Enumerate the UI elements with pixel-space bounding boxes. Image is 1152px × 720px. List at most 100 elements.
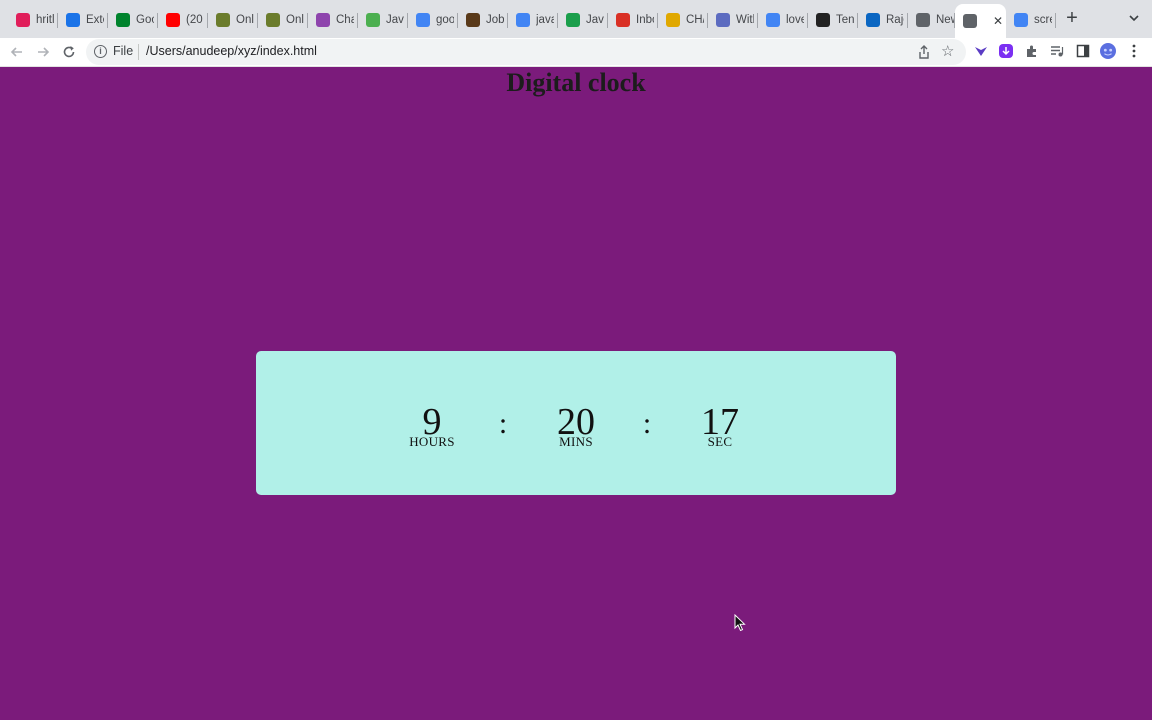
tab-title: Exte — [86, 14, 104, 26]
tab-title: hritl — [36, 14, 54, 26]
tab-title: Job — [486, 14, 504, 26]
side-panel-button[interactable] — [1075, 43, 1091, 59]
tab-title: goo — [436, 14, 454, 26]
tab-strip: hritl Exte Goo (20 Onli Onli Cha Jav goo Job java J… — [0, 0, 1152, 38]
back-button[interactable] — [7, 42, 27, 62]
browser-tab[interactable]: New — [908, 6, 955, 34]
browser-tab[interactable]: (20 — [158, 6, 208, 34]
browser-tab[interactable]: CH/ — [658, 6, 708, 34]
tab-title: Rajo — [886, 14, 904, 26]
tab-title: love — [786, 14, 804, 26]
close-tab-icon[interactable]: ✕ — [991, 14, 1005, 28]
chat-icon — [316, 13, 330, 27]
browser-tab[interactable]: Jav — [358, 6, 408, 34]
address-url[interactable]: /Users/anudeep/xyz/index.html — [146, 44, 317, 58]
seconds-unit: 17 SEC — [680, 401, 760, 448]
extensions-button[interactable] — [1024, 43, 1040, 59]
seconds-label: SEC — [707, 434, 733, 449]
tab-search-icon[interactable] — [1126, 10, 1142, 26]
youtube-icon — [166, 13, 180, 27]
hours-unit: 9 HOURS — [392, 401, 472, 448]
slack-icon — [16, 13, 30, 27]
puzzle-icon — [66, 13, 80, 27]
browser-tab[interactable]: love — [758, 6, 808, 34]
hours-label: HOURS — [409, 434, 455, 449]
browser-tab[interactable]: goo — [408, 6, 458, 34]
new-tab-button[interactable]: + — [1062, 8, 1082, 29]
clock-card: 9 HOURS : 20 MINS : 17 SEC — [256, 351, 896, 495]
browser-tab-active[interactable]: ✕ — [955, 4, 1006, 38]
mountain-icon — [366, 13, 380, 27]
address-scheme: File — [113, 44, 134, 58]
chrome-icon — [916, 13, 930, 27]
browser-tab[interactable]: Exte — [58, 6, 108, 34]
minutes-label: MINS — [559, 434, 593, 449]
browser-tab[interactable]: With — [708, 6, 758, 34]
browser-tab[interactable]: Goo — [108, 6, 158, 34]
map-pin-icon — [266, 13, 280, 27]
browser-tab[interactable]: Rajo — [858, 6, 908, 34]
avatar-icon — [1100, 43, 1116, 59]
tab-title: Ten — [836, 14, 854, 26]
tab-title: New — [936, 14, 954, 26]
puzzle-icon — [1027, 45, 1036, 57]
bookmark-star-icon[interactable]: ☆ — [941, 42, 954, 60]
browser-tab[interactable]: Onli — [208, 6, 258, 34]
tab-title: Jav — [386, 14, 404, 26]
reload-icon — [63, 46, 75, 58]
browser-tab[interactable]: Job — [458, 6, 508, 34]
browser-tab[interactable]: java — [508, 6, 558, 34]
address-bar[interactable]: i File /Users/anudeep/xyz/index.html ☆ — [86, 39, 966, 65]
tab-title: CH/ — [686, 14, 704, 26]
browser-tab[interactable]: Cha — [308, 6, 358, 34]
extension-icon-2[interactable] — [998, 43, 1014, 59]
profile-avatar[interactable] — [1100, 43, 1116, 59]
tab-title: Onli — [286, 14, 304, 26]
share-icon[interactable] — [917, 44, 931, 60]
google-meet-icon — [116, 13, 130, 27]
colon-separator-2: : — [642, 407, 652, 440]
tab-title: (20 — [186, 14, 203, 26]
colon-separator-1: : — [498, 407, 508, 440]
google-icon — [766, 13, 780, 27]
mouse-pointer-icon — [734, 614, 746, 632]
tab-title: Onli — [236, 14, 254, 26]
tab-title: Goo — [136, 14, 154, 26]
browser-tab[interactable]: Ten — [808, 6, 858, 34]
arrow-right-icon — [38, 47, 50, 57]
media-list-icon — [1051, 46, 1064, 57]
reading-list-button[interactable] — [1049, 43, 1065, 59]
tab-title: scre — [1034, 14, 1052, 26]
reload-button[interactable] — [59, 42, 79, 62]
compass-icon — [716, 13, 730, 27]
briefcase-icon — [466, 13, 480, 27]
minutes-unit: 20 MINS — [536, 401, 616, 448]
extension-icon-1[interactable] — [973, 43, 989, 59]
linkedin-icon — [866, 13, 880, 27]
google-icon — [516, 13, 530, 27]
browser-tab[interactable]: scre — [1006, 6, 1056, 34]
gmail-icon — [616, 13, 630, 27]
tab-title: Inbo — [636, 14, 654, 26]
side-panel-icon — [1076, 44, 1090, 58]
globe-icon — [963, 14, 977, 28]
tab-title: java — [536, 14, 554, 26]
forward-button[interactable] — [33, 42, 53, 62]
tab-title: With — [736, 14, 754, 26]
browser-menu-button[interactable] — [1126, 43, 1142, 59]
arrow-left-icon — [10, 47, 22, 57]
more-vert-icon — [1132, 44, 1136, 58]
address-divider — [138, 44, 139, 60]
page-title: Digital clock — [506, 68, 646, 97]
browser-tab[interactable]: Inbo — [608, 6, 658, 34]
tab-title: Cha — [336, 14, 354, 26]
pen-icon — [666, 13, 680, 27]
tab-separator — [1055, 13, 1056, 28]
w-icon — [566, 13, 580, 27]
browser-tab[interactable]: Onli — [258, 6, 308, 34]
fa-icon — [816, 13, 830, 27]
tab-title: Java — [586, 14, 604, 26]
browser-tab[interactable]: hritl — [8, 6, 58, 34]
browser-tab[interactable]: Java — [558, 6, 608, 34]
site-info-icon[interactable]: i — [94, 45, 107, 58]
